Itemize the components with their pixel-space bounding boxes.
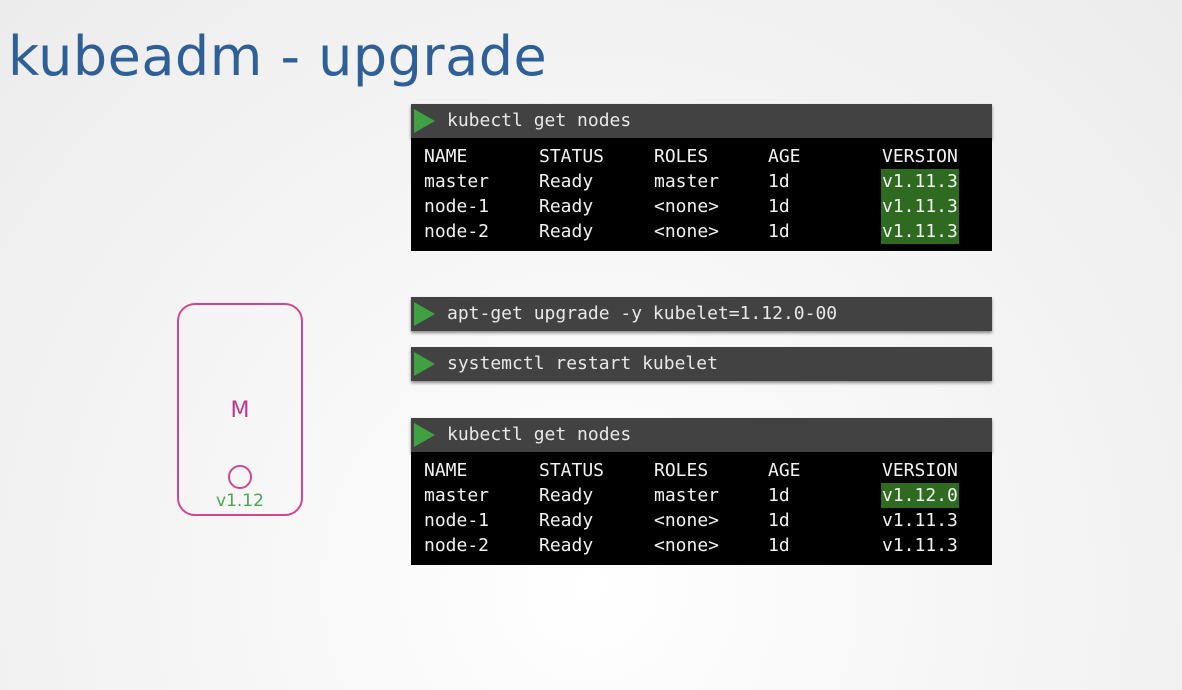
header-age: AGE bbox=[768, 460, 801, 481]
cell-version-highlighted: v1.11.3 bbox=[881, 194, 959, 219]
cell-name: master bbox=[424, 485, 490, 506]
terminal-output-after: NAME STATUS ROLES AGE VERSION master Rea… bbox=[411, 452, 992, 565]
header-roles: ROLES bbox=[654, 146, 709, 167]
kubelet-circle-icon bbox=[228, 465, 252, 489]
play-icon bbox=[414, 423, 435, 447]
play-icon bbox=[414, 352, 435, 376]
command-text: systemctl restart kubelet bbox=[447, 353, 718, 374]
table-row: node-1 Ready <none> 1d v1.11.3 bbox=[411, 508, 992, 533]
cell-status: Ready bbox=[539, 221, 594, 242]
header-roles: ROLES bbox=[654, 460, 709, 481]
header-name: NAME bbox=[424, 146, 468, 167]
cell-status: Ready bbox=[539, 196, 594, 217]
table-row: master Ready master 1d v1.11.3 bbox=[411, 169, 992, 194]
table-row: node-2 Ready <none> 1d v1.11.3 bbox=[411, 533, 992, 558]
cell-version-highlighted: v1.12.0 bbox=[881, 483, 959, 508]
cell-version: v1.11.3 bbox=[882, 510, 958, 531]
cell-roles: master bbox=[654, 485, 720, 506]
header-name: NAME bbox=[424, 460, 468, 481]
cell-age: 1d bbox=[768, 510, 790, 531]
cell-name: node-1 bbox=[424, 510, 490, 531]
cell-status: Ready bbox=[539, 510, 594, 531]
cell-roles: <none> bbox=[654, 221, 720, 242]
cell-age: 1d bbox=[768, 196, 790, 217]
command-bar-get-nodes-1: kubectl get nodes bbox=[411, 104, 992, 138]
cell-version: v1.11.3 bbox=[882, 535, 958, 556]
header-status: STATUS bbox=[539, 146, 605, 167]
table-row: node-2 Ready <none> 1d v1.11.3 bbox=[411, 219, 992, 244]
command-bar-restart-kubelet: systemctl restart kubelet bbox=[411, 347, 992, 381]
cell-roles: <none> bbox=[654, 510, 720, 531]
cell-status: Ready bbox=[539, 171, 594, 192]
master-node-box: M v1.12 bbox=[177, 303, 303, 516]
cell-age: 1d bbox=[768, 171, 790, 192]
header-age: AGE bbox=[768, 146, 801, 167]
node-version: v1.12 bbox=[216, 491, 264, 511]
command-text: kubectl get nodes bbox=[447, 424, 632, 445]
cell-name: master bbox=[424, 171, 490, 192]
node-label: M bbox=[230, 398, 250, 423]
cell-roles: <none> bbox=[654, 535, 720, 556]
play-icon bbox=[414, 109, 435, 133]
cell-age: 1d bbox=[768, 485, 790, 506]
terminal-output-before: NAME STATUS ROLES AGE VERSION master Rea… bbox=[411, 138, 992, 251]
cell-roles: <none> bbox=[654, 196, 720, 217]
cell-roles: master bbox=[654, 171, 720, 192]
command-text: apt-get upgrade -y kubelet=1.12.0-00 bbox=[447, 303, 838, 324]
header-version: VERSION bbox=[882, 146, 958, 167]
cell-status: Ready bbox=[539, 535, 594, 556]
cell-version-highlighted: v1.11.3 bbox=[881, 169, 959, 194]
table-row: master Ready master 1d v1.12.0 bbox=[411, 483, 992, 508]
cell-age: 1d bbox=[768, 221, 790, 242]
command-bar-get-nodes-2: kubectl get nodes bbox=[411, 418, 992, 452]
table-row: node-1 Ready <none> 1d v1.11.3 bbox=[411, 194, 992, 219]
page-title: kubeadm - upgrade bbox=[8, 25, 548, 88]
play-icon bbox=[414, 302, 435, 326]
table-header-row: NAME STATUS ROLES AGE VERSION bbox=[411, 144, 992, 169]
header-status: STATUS bbox=[539, 460, 605, 481]
cell-name: node-2 bbox=[424, 221, 490, 242]
cell-name: node-2 bbox=[424, 535, 490, 556]
cell-age: 1d bbox=[768, 535, 790, 556]
cell-status: Ready bbox=[539, 485, 594, 506]
cell-version-highlighted: v1.11.3 bbox=[881, 219, 959, 244]
cell-name: node-1 bbox=[424, 196, 490, 217]
command-bar-apt-upgrade: apt-get upgrade -y kubelet=1.12.0-00 bbox=[411, 297, 992, 331]
header-version: VERSION bbox=[882, 460, 958, 481]
table-header-row: NAME STATUS ROLES AGE VERSION bbox=[411, 458, 992, 483]
command-text: kubectl get nodes bbox=[447, 110, 632, 131]
